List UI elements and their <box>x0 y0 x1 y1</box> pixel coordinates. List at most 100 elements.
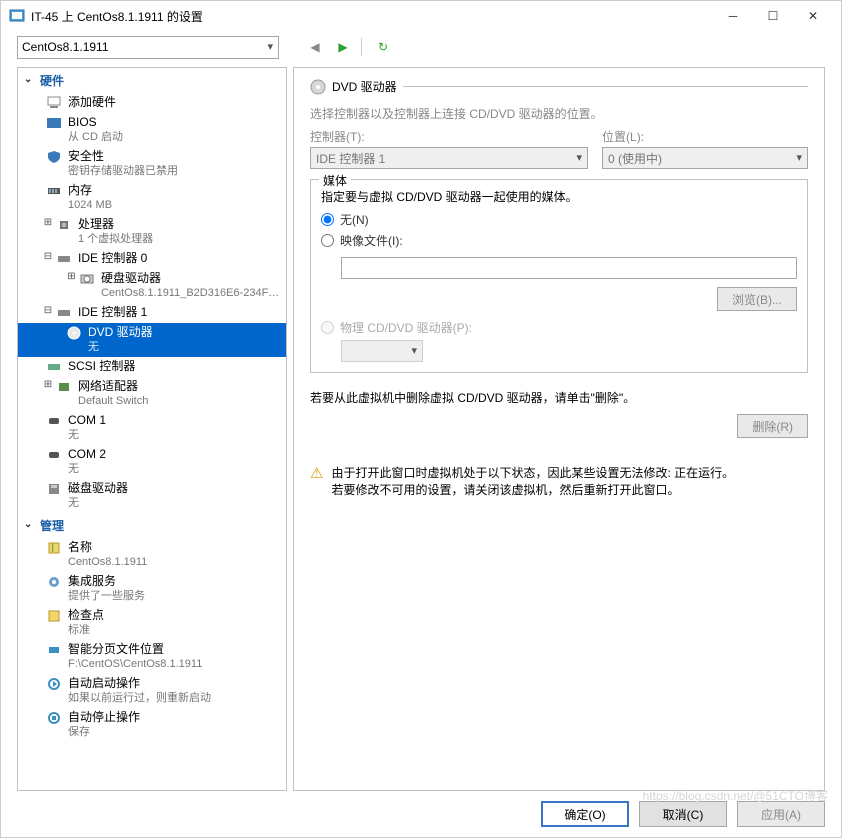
tree-item-smartpaging[interactable]: 智能分页文件位置F:\CentOS\CentOs8.1.1911 <box>18 640 286 674</box>
tree-item-dvd[interactable]: DVD 驱动器无 <box>18 323 286 357</box>
controller-select[interactable] <box>310 147 588 169</box>
radio-physical-row: 物理 CD/DVD 驱动器(P): <box>321 319 797 336</box>
serial-port-icon <box>46 447 62 463</box>
radio-none[interactable] <box>321 213 334 226</box>
tree-sub: 如果以前运行过，则重新启动 <box>68 691 211 706</box>
remove-hint: 若要从此虚拟机中删除虚拟 CD/DVD 驱动器，请单击"删除"。 <box>310 389 808 406</box>
tree-item-integration[interactable]: 集成服务提供了一些服务 <box>18 572 286 606</box>
controller-label: 控制器(T): <box>310 128 588 145</box>
memory-icon <box>46 183 62 199</box>
tree-item-com2[interactable]: COM 2无 <box>18 445 286 479</box>
tree-item-checkpoint[interactable]: 检查点标准 <box>18 606 286 640</box>
vm-selector[interactable] <box>17 36 279 59</box>
tree-item-add-hardware[interactable]: 添加硬件 <box>18 93 286 113</box>
dialog-footer: 确定(O) 取消(C) 应用(A) <box>1 791 841 837</box>
radio-none-row[interactable]: 无(N) <box>321 211 797 228</box>
cancel-button[interactable]: 取消(C) <box>639 801 727 827</box>
delete-button[interactable]: 删除(R) <box>737 414 808 438</box>
tree-item-com1[interactable]: COM 1无 <box>18 411 286 445</box>
nav-forward-icon[interactable]: ▶ <box>333 40 353 54</box>
collapse-icon[interactable]: ⊟ <box>42 305 54 316</box>
warning-box: ⚠ 由于打开此窗口时虚拟机处于以下状态，因此某些设置无法修改: 正在运行。 若要… <box>310 464 808 498</box>
tree-item-network[interactable]: ⊞ 网络适配器Default Switch <box>18 377 286 411</box>
tree-label: 内存 <box>68 183 112 198</box>
tree-item-cpu[interactable]: ⊞ 处理器1 个虚拟处理器 <box>18 215 286 249</box>
tree-item-security[interactable]: 安全性密钥存储驱动器已禁用 <box>18 147 286 181</box>
refresh-icon[interactable]: ↻ <box>373 40 393 54</box>
tree-item-autostart[interactable]: 自动启动操作如果以前运行过，则重新启动 <box>18 674 286 708</box>
expand-icon[interactable]: ⊞ <box>42 379 54 390</box>
tree-item-name[interactable]: I 名称CentOs8.1.1911 <box>18 538 286 572</box>
tree-item-ide0[interactable]: ⊟ IDE 控制器 0 <box>18 249 286 269</box>
tree-sub: 无 <box>88 340 153 355</box>
tree-item-memory[interactable]: 内存1024 MB <box>18 181 286 215</box>
minimize-button[interactable]: ─ <box>713 2 753 30</box>
physical-drive-select <box>341 340 423 362</box>
services-icon <box>46 574 62 590</box>
tree-label: SCSI 控制器 <box>68 359 135 374</box>
browse-button[interactable]: 浏览(B)... <box>717 287 797 311</box>
tree-label: 集成服务 <box>68 574 145 589</box>
tree-label: IDE 控制器 0 <box>78 251 147 266</box>
maximize-button[interactable]: ☐ <box>753 2 793 30</box>
expand-icon[interactable]: ⊞ <box>66 271 77 282</box>
tree-label: IDE 控制器 1 <box>78 305 147 320</box>
tree-item-bios[interactable]: BIOS从 CD 启动 <box>18 113 286 147</box>
tree-item-autostop[interactable]: 自动停止操作保存 <box>18 708 286 742</box>
tree-item-floppy[interactable]: 磁盘驱动器无 <box>18 479 286 513</box>
autostart-icon <box>46 676 62 692</box>
tree-label: COM 1 <box>68 413 106 428</box>
tree-label: 磁盘驱动器 <box>68 481 128 496</box>
shield-icon <box>46 149 62 165</box>
tree-sub: 密钥存储驱动器已禁用 <box>68 164 178 179</box>
tree-label: 智能分页文件位置 <box>68 642 202 657</box>
ok-button[interactable]: 确定(O) <box>541 801 629 827</box>
warning-text-2: 若要修改不可用的设置，请关闭该虚拟机，然后重新打开此窗口。 <box>331 481 734 498</box>
radio-image-row[interactable]: 映像文件(I): <box>321 232 797 249</box>
section-label: 硬件 <box>40 74 64 88</box>
radio-image[interactable] <box>321 234 334 247</box>
tree-label: 自动启动操作 <box>68 676 211 691</box>
tree-item-scsi[interactable]: SCSI 控制器 <box>18 357 286 377</box>
nav-back-icon[interactable]: ◀ <box>305 40 325 54</box>
tree-sub: F:\CentOS\CentOs8.1.1911 <box>68 657 202 672</box>
detail-title: DVD 驱动器 <box>332 78 397 95</box>
image-path-input[interactable] <box>341 257 797 279</box>
app-icon <box>9 8 25 24</box>
tree-label: 名称 <box>68 540 147 555</box>
apply-button[interactable]: 应用(A) <box>737 801 825 827</box>
name-icon: I <box>46 540 62 556</box>
cpu-icon <box>56 217 72 233</box>
hdd-icon <box>79 271 95 287</box>
tree-sub: 1024 MB <box>68 198 112 213</box>
close-button[interactable]: ✕ <box>793 2 833 30</box>
media-group-title: 媒体 <box>319 172 351 189</box>
warning-icon: ⚠ <box>310 464 323 482</box>
svg-text:I: I <box>51 541 54 555</box>
tree-sub: 无 <box>68 462 106 477</box>
management-section-header[interactable]: ⌄ 管理 <box>18 513 286 538</box>
autostop-icon <box>46 710 62 726</box>
media-group: 媒体 指定要与虚拟 CD/DVD 驱动器一起使用的媒体。 无(N) 映像文件(I… <box>310 179 808 373</box>
tree-label: 自动停止操作 <box>68 710 140 725</box>
media-hint: 指定要与虚拟 CD/DVD 驱动器一起使用的媒体。 <box>321 188 797 205</box>
tree-label: BIOS <box>68 115 123 130</box>
tree-label: 添加硬件 <box>68 95 116 110</box>
collapse-icon[interactable]: ⊟ <box>42 251 54 262</box>
window-title: IT-45 上 CentOs8.1.1911 的设置 <box>31 8 713 25</box>
hardware-section-header[interactable]: ⌄ 硬件 <box>18 68 286 93</box>
tree-item-ide1[interactable]: ⊟ IDE 控制器 1 <box>18 303 286 323</box>
bios-icon <box>46 115 62 131</box>
floppy-icon <box>46 481 62 497</box>
detail-panel: DVD 驱动器 选择控制器以及控制器上连接 CD/DVD 驱动器的位置。 控制器… <box>293 67 825 791</box>
expand-icon[interactable]: ⊞ <box>42 217 54 228</box>
tree-item-hdd[interactable]: ⊞ 硬盘驱动器CentOs8.1.1911_B2D316E6-234F-400.… <box>18 269 286 303</box>
network-icon <box>56 379 72 395</box>
tree-sub: CentOs8.1.1911 <box>68 555 147 570</box>
tree-label: 网络适配器 <box>78 379 148 394</box>
radio-physical <box>321 321 334 334</box>
location-select[interactable] <box>602 147 808 169</box>
warning-text-1: 由于打开此窗口时虚拟机处于以下状态，因此某些设置无法修改: 正在运行。 <box>331 464 734 481</box>
scsi-icon <box>46 359 62 375</box>
settings-tree: ⌄ 硬件 添加硬件 BIOS从 CD 启动 安全性密钥存储驱动器已禁用 内存10… <box>17 67 287 791</box>
